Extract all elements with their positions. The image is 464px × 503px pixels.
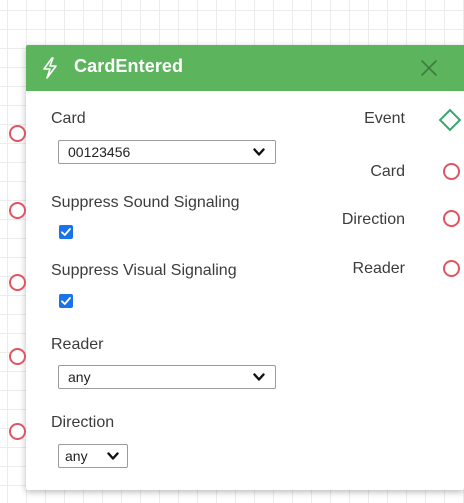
suppress-sound-label: Suppress Sound Signaling — [51, 194, 240, 211]
suppress-visual-label: Suppress Visual Signaling — [51, 262, 237, 279]
checkmark-icon — [61, 228, 71, 236]
suppress-sound-input-port[interactable] — [9, 202, 26, 219]
chevron-down-icon — [253, 373, 265, 381]
chevron-down-icon — [107, 452, 119, 460]
suppress-visual-input-port[interactable] — [9, 274, 26, 291]
event-output-label: Event — [364, 110, 405, 127]
direction-output-port[interactable] — [443, 210, 460, 227]
card-input-label: Card — [51, 110, 86, 127]
card-select[interactable]: 00123456 — [58, 140, 276, 164]
reader-input-port[interactable] — [9, 348, 26, 365]
node-header[interactable]: CardEntered — [26, 45, 464, 91]
card-select-value: 00123456 — [68, 144, 131, 160]
reader-select-value: any — [68, 369, 91, 385]
chevron-down-icon — [253, 148, 265, 156]
reader-output-label: Reader — [352, 260, 405, 277]
card-input-port[interactable] — [9, 125, 26, 142]
card-output-port[interactable] — [443, 163, 460, 180]
reader-select[interactable]: any — [58, 365, 276, 389]
suppress-sound-checkbox[interactable] — [59, 225, 73, 239]
direction-output-label: Direction — [341, 211, 405, 228]
reader-input-label: Reader — [51, 336, 104, 353]
node-title: CardEntered — [74, 56, 184, 76]
suppress-visual-checkbox[interactable] — [59, 294, 73, 308]
card-entered-node[interactable]: CardEntered Card 00123456 Suppress Sound… — [26, 45, 464, 490]
reader-output-port[interactable] — [443, 260, 460, 277]
checkmark-icon — [61, 297, 71, 305]
card-output-label: Card — [370, 163, 405, 180]
direction-select-value: any — [65, 448, 88, 464]
lightning-icon — [40, 57, 60, 79]
direction-select[interactable]: any — [58, 444, 128, 468]
direction-input-label: Direction — [51, 414, 115, 431]
close-icon[interactable] — [418, 57, 440, 79]
direction-input-port[interactable] — [9, 423, 26, 440]
